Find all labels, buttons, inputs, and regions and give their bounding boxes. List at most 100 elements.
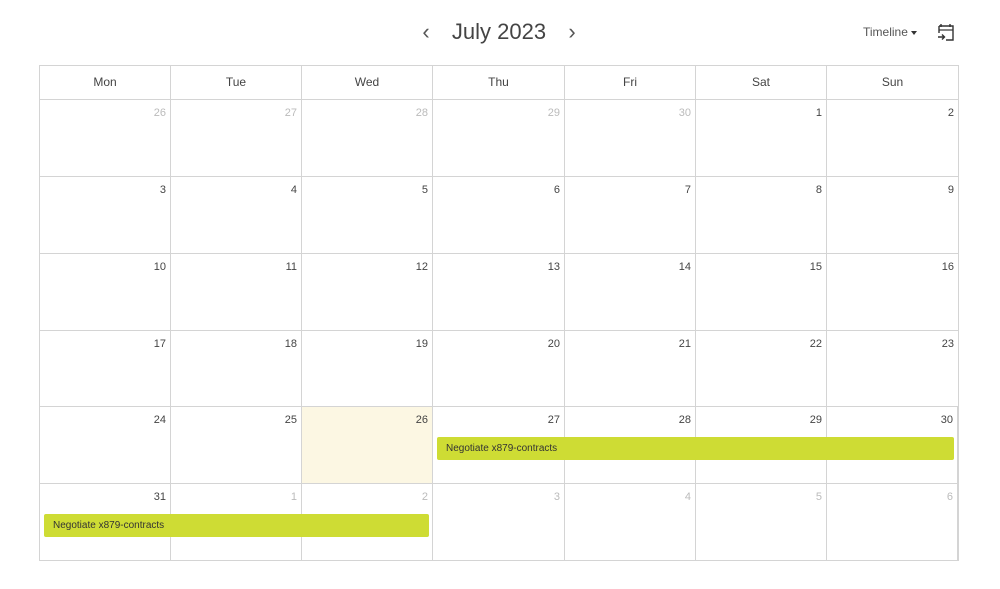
calendar-event[interactable]: Negotiate x879-contracts: [44, 514, 429, 537]
view-selector-label: Timeline: [863, 25, 908, 39]
day-number: 3: [159, 184, 166, 196]
day-number: 23: [941, 338, 954, 350]
day-number: 2: [947, 107, 954, 119]
weekday-header-mon: Mon: [40, 66, 171, 99]
chevron-left-icon: ‹: [422, 19, 430, 44]
day-number: 18: [284, 338, 297, 350]
weekday-header-tue: Tue: [171, 66, 302, 99]
day-number: 29: [547, 107, 560, 119]
day-number: 5: [421, 184, 428, 196]
month-grid: Mon Tue Wed Thu Fri Sat Sun 26 27 28 29 30 1 2 3 4 5 6 7 8…: [39, 65, 959, 561]
day-cell[interactable]: 24: [40, 407, 171, 483]
day-cell[interactable]: 6: [433, 177, 565, 253]
day-cell[interactable]: 7: [565, 177, 696, 253]
chevron-right-icon: ›: [568, 19, 576, 44]
weekday-header-wed: Wed: [302, 66, 433, 99]
calendar-toolbar: ‹ July 2023 › Timeline: [0, 0, 1000, 64]
day-cell[interactable]: 5: [696, 484, 827, 560]
day-number: 9: [947, 184, 954, 196]
day-number: 31: [153, 491, 166, 503]
go-to-today-button[interactable]: [937, 22, 955, 42]
day-number: 1: [290, 491, 297, 503]
day-number: 1: [815, 107, 822, 119]
week-row: 17 18 19 20 21 22 23: [40, 331, 958, 407]
day-cell[interactable]: 15: [696, 254, 827, 330]
day-number: 30: [678, 107, 691, 119]
day-number: 17: [153, 338, 166, 350]
day-cell[interactable]: 3: [433, 484, 565, 560]
day-number: 6: [946, 491, 953, 503]
day-cell[interactable]: 1: [696, 100, 827, 176]
day-cell[interactable]: 19: [302, 331, 433, 406]
day-number: 25: [284, 414, 297, 426]
day-cell[interactable]: 14: [565, 254, 696, 330]
day-number: 24: [153, 414, 166, 426]
day-cell[interactable]: 9: [827, 177, 958, 253]
weekday-header-sat: Sat: [696, 66, 827, 99]
day-number: 16: [941, 261, 954, 273]
day-cell[interactable]: 16: [827, 254, 958, 330]
day-number: 20: [547, 338, 560, 350]
day-cell[interactable]: 28: [302, 100, 433, 176]
day-number: 7: [684, 184, 691, 196]
day-number: 2: [421, 491, 428, 503]
day-number: 8: [815, 184, 822, 196]
day-number: 11: [285, 261, 297, 273]
next-month-button[interactable]: ›: [562, 18, 582, 46]
day-cell[interactable]: 20: [433, 331, 565, 406]
day-cell[interactable]: 3: [40, 177, 171, 253]
day-number: 3: [553, 491, 560, 503]
day-cell[interactable]: 23: [827, 331, 958, 406]
view-selector-dropdown[interactable]: Timeline: [863, 24, 917, 40]
day-number: 13: [547, 261, 560, 273]
day-cell[interactable]: 11: [171, 254, 302, 330]
day-number: 6: [553, 184, 560, 196]
weekday-header-thu: Thu: [433, 66, 565, 99]
day-cell[interactable]: 30: [565, 100, 696, 176]
day-cell[interactable]: 5: [302, 177, 433, 253]
day-number: 21: [678, 338, 691, 350]
day-number: 4: [684, 491, 691, 503]
caret-down-icon: [910, 30, 917, 35]
day-cell[interactable]: 29: [433, 100, 565, 176]
weekday-header-sun: Sun: [881, 75, 904, 89]
day-cell[interactable]: 27: [171, 100, 302, 176]
day-number: 15: [809, 261, 822, 273]
day-number: 10: [153, 261, 166, 273]
day-number: 27: [547, 414, 560, 426]
day-cell[interactable]: 26: [40, 100, 171, 176]
day-number: 12: [415, 261, 428, 273]
day-cell[interactable]: 4: [171, 177, 302, 253]
day-cell[interactable]: 21: [565, 331, 696, 406]
day-number: 19: [415, 338, 428, 350]
calendar-arrow-icon: [938, 24, 954, 41]
weekday-header-fri: Fri: [565, 66, 696, 99]
day-cell[interactable]: 6: [827, 484, 958, 560]
day-cell[interactable]: 4: [565, 484, 696, 560]
day-number: 5: [815, 491, 822, 503]
week-row: 3 4 5 6 7 8 9: [40, 177, 958, 254]
day-cell[interactable]: 25: [171, 407, 302, 483]
day-cell[interactable]: 13: [433, 254, 565, 330]
day-number: 22: [809, 338, 822, 350]
calendar-event[interactable]: Negotiate x879-contracts: [437, 437, 954, 460]
prev-month-button[interactable]: ‹: [416, 18, 436, 46]
day-cell[interactable]: 17: [40, 331, 171, 406]
day-number: 4: [290, 184, 297, 196]
day-cell[interactable]: 10: [40, 254, 171, 330]
day-cell[interactable]: 2: [827, 100, 958, 176]
weekday-header: Mon Tue Wed Thu Fri Sat Sun: [40, 66, 958, 100]
day-number: 26: [415, 414, 428, 426]
day-cell[interactable]: 22: [696, 331, 827, 406]
week-row: 31 1 2 3 4 5 6 Negotiate x879-contracts: [40, 484, 958, 560]
day-cell[interactable]: 18: [171, 331, 302, 406]
day-number: 29: [809, 414, 822, 426]
day-number: 30: [940, 414, 953, 426]
day-number: 26: [153, 107, 166, 119]
day-cell[interactable]: 12: [302, 254, 433, 330]
week-row: 24 25 26 27 28 29 30 Negotiate x879-contracts: [40, 407, 958, 484]
day-cell[interactable]: 8: [696, 177, 827, 253]
day-number: 28: [678, 414, 691, 426]
month-title: July 2023: [451, 19, 547, 44]
day-cell-today[interactable]: 26: [302, 407, 433, 483]
